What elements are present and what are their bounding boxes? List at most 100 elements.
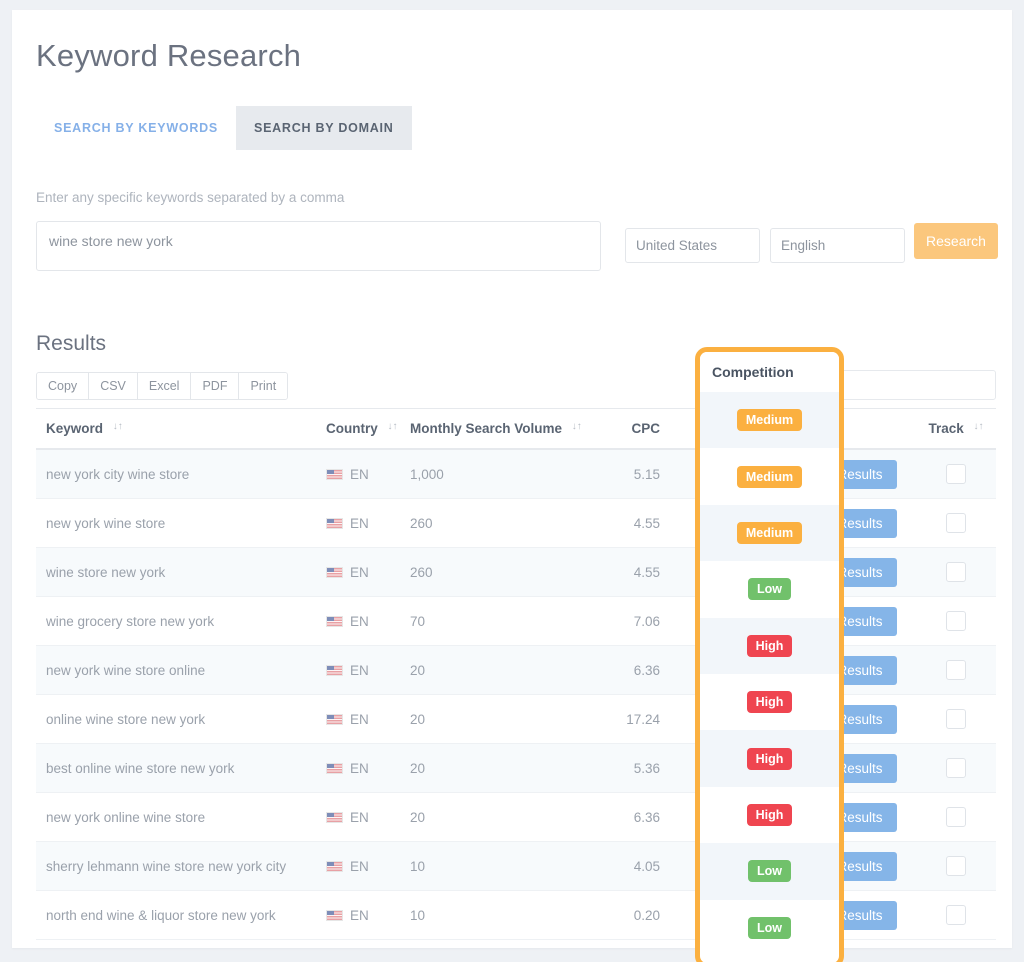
cell-cpc: 5.36 [590,744,670,793]
track-checkbox[interactable] [946,660,966,680]
sort-icon[interactable] [113,423,122,435]
us-flag-icon [326,469,343,480]
track-checkbox[interactable] [946,758,966,778]
competition-badge: Low [748,917,791,939]
column-header-volume[interactable]: Monthly Search Volume [400,409,590,450]
us-flag-icon [326,714,343,725]
track-checkbox[interactable] [946,611,966,631]
column-header-keyword[interactable]: Keyword [36,409,316,450]
cell-country: EN [316,695,400,744]
competition-overlay-row: Low [700,900,839,956]
content-card: Keyword Research SEARCH BY KEYWORDS SEAR… [12,10,1012,948]
cell-country: EN [316,548,400,597]
track-checkbox[interactable] [946,709,966,729]
cell-keyword: wine grocery store new york [36,597,316,646]
country-code-label: EN [350,908,369,923]
tab-search-by-keywords-label: SEARCH BY KEYWORDS [54,121,218,135]
us-flag-icon [326,616,343,627]
tab-bar: SEARCH BY KEYWORDS SEARCH BY DOMAIN [36,106,412,150]
track-checkbox[interactable] [946,562,966,582]
cell-country: EN [316,449,400,499]
us-flag-icon [326,763,343,774]
tab-search-by-domain-label: SEARCH BY DOMAIN [254,121,394,135]
column-header-country[interactable]: Country [316,409,400,450]
export-csv-button[interactable]: CSV [89,373,138,399]
cell-keyword: north end wine & liquor store new york [36,891,316,940]
export-pdf-button[interactable]: PDF [191,373,239,399]
column-header-cpc-label: CPC [631,421,660,436]
competition-badge: High [747,748,793,770]
cell-track [915,499,996,548]
export-excel-button[interactable]: Excel [138,373,192,399]
cell-volume: 20 [400,793,590,842]
sort-icon[interactable] [572,423,581,435]
us-flag-icon [326,665,343,676]
column-header-keyword-label: Keyword [46,421,103,436]
cell-country: EN [316,646,400,695]
country-code-label: EN [350,663,369,678]
cell-volume: 20 [400,646,590,695]
country-code-label: EN [350,467,369,482]
cell-track [915,695,996,744]
cell-volume: 20 [400,695,590,744]
competition-highlight-overlay: Competition MediumMediumMediumLowHighHig… [695,347,844,962]
cell-country: EN [316,793,400,842]
cell-track [915,744,996,793]
competition-overlay-row: Low [700,561,839,617]
track-checkbox[interactable] [946,807,966,827]
country-code-label: EN [350,614,369,629]
cell-track [915,793,996,842]
cell-cpc: 4.55 [590,499,670,548]
table-row: sherry lehmann wine store new york cityE… [36,842,996,891]
cell-volume: 10 [400,891,590,940]
sort-icon[interactable] [974,423,983,435]
competition-overlay-row: Medium [700,448,839,504]
export-print-button[interactable]: Print [239,373,287,399]
competition-overlay-row: Medium [700,392,839,448]
cell-cpc: 5.15 [590,449,670,499]
cell-keyword: new york online wine store [36,793,316,842]
country-code-label: EN [350,761,369,776]
results-heading: Results [36,332,106,356]
track-checkbox[interactable] [946,856,966,876]
tab-search-by-keywords[interactable]: SEARCH BY KEYWORDS [36,106,236,150]
page-title: Keyword Research [36,38,301,74]
tab-search-by-domain[interactable]: SEARCH BY DOMAIN [236,106,412,150]
cell-volume: 260 [400,499,590,548]
column-header-country-label: Country [326,421,378,436]
competition-overlay-row: High [700,730,839,786]
cell-country: EN [316,842,400,891]
cell-country: EN [316,499,400,548]
competition-overlay-rows: MediumMediumMediumLowHighHighHighHighLow… [700,392,839,956]
cell-track [915,597,996,646]
competition-badge: High [747,804,793,826]
language-select[interactable]: English [770,228,905,263]
track-checkbox[interactable] [946,905,966,925]
us-flag-icon [326,910,343,921]
track-checkbox[interactable] [946,513,966,533]
app-screen: Keyword Research SEARCH BY KEYWORDS SEAR… [0,0,1024,962]
cell-track [915,548,996,597]
cell-track [915,891,996,940]
cell-track [915,842,996,891]
cell-volume: 20 [400,744,590,793]
track-checkbox[interactable] [946,464,966,484]
export-copy-button[interactable]: Copy [37,373,89,399]
cell-cpc: 6.36 [590,646,670,695]
cell-track [915,449,996,499]
search-row: United States English Research [36,212,996,282]
column-header-cpc[interactable]: CPC [590,409,670,450]
country-select[interactable]: United States [625,228,760,263]
column-header-track[interactable]: Track [915,409,996,450]
table-row: new york city wine storeEN1,0005.15Mediu… [36,449,996,499]
competition-overlay-row: Low [700,843,839,899]
competition-badge: High [747,635,793,657]
sort-icon[interactable] [388,423,397,435]
cell-volume: 260 [400,548,590,597]
table-row: new york wine store onlineEN206.36HighRe… [36,646,996,695]
research-button[interactable]: Research [914,223,998,259]
cell-keyword: best online wine store new york [36,744,316,793]
cell-cpc: 0.20 [590,891,670,940]
keywords-input[interactable] [36,221,601,271]
competition-overlay-row: Medium [700,505,839,561]
